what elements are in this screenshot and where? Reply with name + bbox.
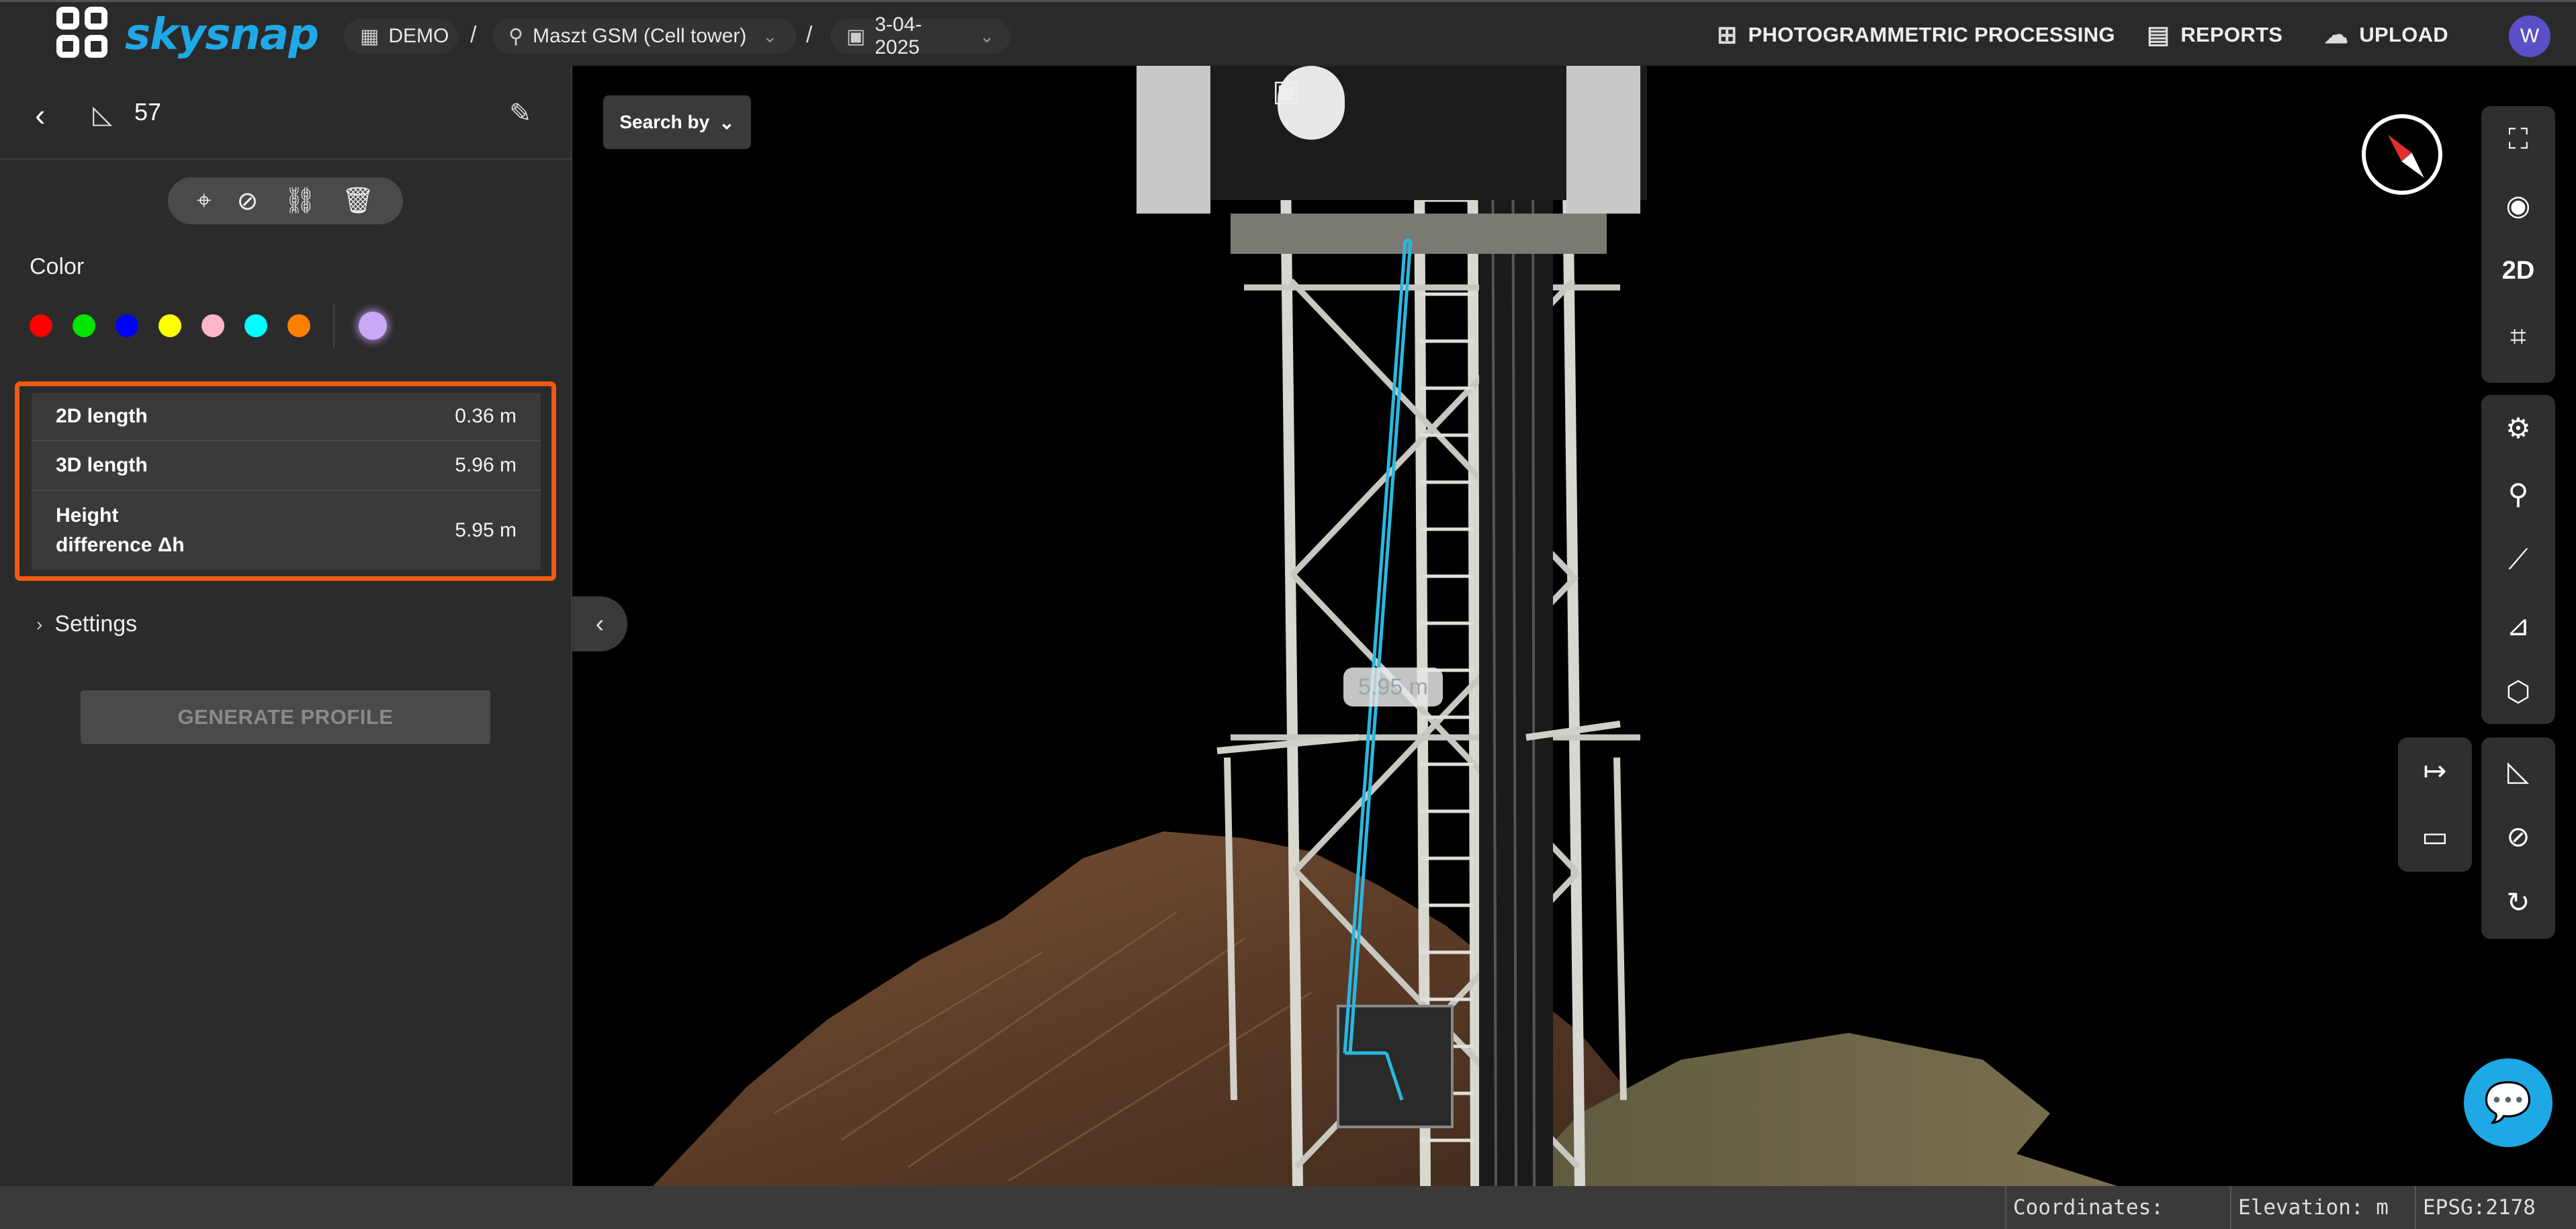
ruler-angle-icon: ◺ [93, 101, 113, 129]
rotate-reset-icon[interactable]: ↻ [2481, 869, 2555, 935]
compass-icon[interactable] [2362, 114, 2442, 195]
view-2d-toggle[interactable]: 2D [2481, 238, 2555, 304]
panel-header: ‹ ◺ 57 ✎ [0, 66, 572, 160]
measurement-id: 57 [134, 98, 162, 126]
fullscreen-icon[interactable]: ⛶ [2481, 106, 2555, 172]
volume-box-icon[interactable]: ⬡ [2481, 658, 2555, 724]
breadcrumb-project[interactable]: ⚲ Maszt GSM (Cell tower) ⌄ [492, 19, 796, 54]
breadcrumb-separator: / [806, 22, 813, 48]
result-row-3d-length: 3D length 5.96 m [32, 441, 541, 491]
ruler-icon[interactable]: ▭ [2398, 803, 2472, 869]
color-label: Color [30, 254, 85, 279]
calendar-icon: ▣ [846, 25, 866, 48]
result-label: 3D length [56, 454, 148, 476]
measure-toolbar: ◺ ⊘ ↻ [2481, 737, 2555, 939]
color-swatch-red[interactable] [30, 314, 52, 337]
breadcrumb-organization[interactable]: ▦ DEMO [344, 19, 458, 54]
chevron-left-icon: ‹ [595, 609, 605, 638]
brand-name: skysnap [125, 10, 319, 60]
measurement-panel: ‹ ◺ 57 ✎ ⌖ ⊘ ⛓ 🗑 Color 2D length 0.36 m … [0, 66, 572, 1186]
distance-toolbar: ↦ ▭ [2398, 737, 2472, 872]
crop-icon[interactable]: ⌗ [2481, 304, 2555, 369]
nav-photogrammetric-processing[interactable]: ⊞ PHOTOGRAMMETRIC PROCESSING [1717, 2, 2115, 68]
swatch-divider [333, 304, 335, 347]
color-swatch-selected[interactable] [359, 312, 387, 340]
polyline-icon[interactable]: ⟋ [2481, 527, 2555, 592]
measurement-results-highlight: 2D length 0.36 m 3D length 5.96 m Height… [15, 381, 556, 581]
epsg-readout: EPSG:2178 [2415, 1186, 2576, 1229]
logo-mark [56, 7, 113, 63]
locate-target-icon[interactable]: ⌖ [197, 187, 211, 216]
navigation-compass-icon[interactable]: ⊘ [2481, 803, 2555, 869]
breadcrumb-date[interactable]: ▣ 3-04-2025 ⌄ [830, 13, 1010, 58]
edit-pencil-icon[interactable]: ✎ [509, 98, 532, 129]
map-pin-icon[interactable]: ⚲ [2481, 461, 2555, 527]
arrow-right-bar-icon[interactable]: ↦ [2398, 737, 2472, 803]
nav-label: PHOTOGRAMMETRIC PROCESSING [1748, 23, 2115, 46]
color-swatch-yellow[interactable] [159, 314, 181, 337]
color-swatch-blue[interactable] [116, 314, 138, 337]
coordinates-readout: Coordinates: [2005, 1186, 2228, 1229]
collapse-panel-button[interactable]: ‹ [572, 596, 627, 651]
chevron-right-icon: › [36, 613, 43, 635]
link-icon[interactable]: ⛓ [283, 186, 316, 216]
nav-label: REPORTS [2180, 23, 2283, 46]
measurement-results: 2D length 0.36 m 3D length 5.96 m Height… [32, 393, 541, 570]
color-swatches [30, 304, 387, 347]
measurement-tools: ⌖ ⊘ ⛓ 🗑 [168, 177, 403, 224]
search-by-label: Search by [619, 111, 710, 132]
add-photo-icon: ⊞ [1717, 21, 1738, 48]
camera-icon[interactable]: ◉ [2481, 172, 2555, 238]
tools-toolbar: ⚙ ⚲ ⟋ ⊿ ⬡ [2481, 395, 2555, 724]
settings-expander[interactable]: › Settings [36, 611, 137, 637]
chat-support-icon[interactable]: 💬 [2464, 1058, 2552, 1147]
nav-upload[interactable]: ☁ UPLOAD [2324, 2, 2448, 68]
cloud-upload-icon: ☁ [2324, 21, 2349, 48]
elevation-readout: Elevation: m [2230, 1186, 2413, 1229]
3d-viewer[interactable]: ▣ Search by ⌄ ‹ 5.95 m ⛶ ◉ 2D ⌗ ⚙ ⚲ ⟋ ⊿ … [572, 66, 2576, 1186]
back-arrow-icon[interactable]: ‹ [35, 97, 45, 133]
location-pin-icon: ⚲ [508, 25, 523, 48]
color-swatch-green[interactable] [73, 314, 95, 337]
chevron-down-icon: ⌄ [979, 26, 994, 46]
point-cloud-render [653, 66, 2117, 1186]
report-icon: ▤ [2147, 21, 2170, 48]
settings-gear-icon[interactable]: ⚙ [2481, 395, 2555, 461]
polygon-area-icon[interactable]: ⊿ [2481, 592, 2555, 658]
search-by-dropdown[interactable]: Search by ⌄ [603, 95, 751, 149]
nav-label: UPLOAD [2359, 23, 2448, 46]
breadcrumb-label: 3-04-2025 [875, 13, 922, 58]
color-swatch-orange[interactable] [287, 314, 310, 337]
ruler-angle-icon[interactable]: ◺ [2481, 737, 2555, 803]
breadcrumb-label: DEMO [388, 25, 449, 47]
result-row-height-difference: Height difference Δh 5.95 m [32, 491, 541, 570]
color-swatch-pink[interactable] [202, 314, 224, 337]
result-label: Height difference Δh [56, 504, 185, 556]
result-label: 2D length [56, 405, 148, 427]
calendar-icon[interactable]: ▣ [1272, 74, 1300, 108]
chevron-down-icon: ⌄ [762, 26, 778, 46]
chevron-down-icon: ⌄ [719, 111, 735, 133]
view-toolbar: ⛶ ◉ 2D ⌗ [2481, 106, 2555, 383]
generate-profile-button[interactable]: GENERATE PROFILE [81, 690, 490, 744]
top-bar: skysnap ▦ DEMO / ⚲ Maszt GSM (Cell tower… [0, 0, 2576, 66]
breadcrumb-separator: / [470, 22, 477, 48]
color-swatch-cyan[interactable] [245, 314, 267, 337]
skysnap-logo[interactable]: skysnap [56, 7, 319, 60]
building-icon: ▦ [360, 25, 380, 48]
result-value: 5.96 m [455, 454, 517, 476]
hide-visibility-icon[interactable]: ⊘ [237, 186, 259, 216]
status-bar: Coordinates: Elevation: m EPSG:2178 [0, 1186, 2576, 1229]
result-value: 5.95 m [455, 519, 517, 541]
settings-label: Settings [54, 611, 138, 637]
delete-trash-icon[interactable]: 🗑 [342, 186, 374, 216]
result-value: 0.36 m [455, 405, 517, 427]
result-row-2d-length: 2D length 0.36 m [32, 393, 541, 441]
measurement-label: 5.95 m [1343, 668, 1443, 707]
nav-reports[interactable]: ▤ REPORTS [2147, 2, 2282, 68]
breadcrumb-label: Maszt GSM (Cell tower) [532, 25, 747, 47]
user-avatar[interactable]: W [2509, 15, 2550, 57]
